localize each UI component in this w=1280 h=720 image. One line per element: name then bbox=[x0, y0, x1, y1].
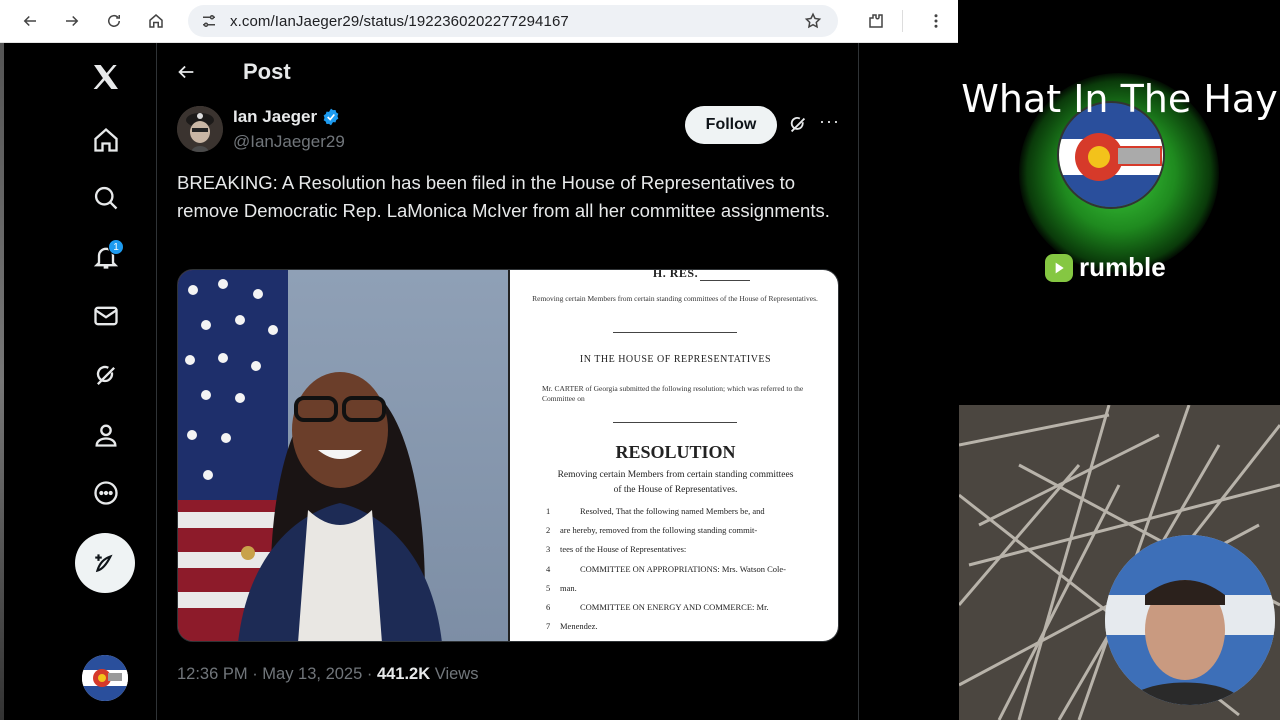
views-label: Views bbox=[430, 665, 479, 683]
doc-line-number: 6 bbox=[546, 602, 551, 612]
doc-line-number: 3 bbox=[546, 544, 551, 554]
post-metadata: 12:36 PM · May 13, 2025 · 441.2K Views bbox=[177, 665, 478, 684]
doc-house-heading: IN THE HOUSE OF REPRESENTATIVES bbox=[579, 354, 772, 365]
doc-submitted: Mr. CARTER of Georgia submitted the foll… bbox=[542, 384, 804, 403]
channel-title: What In The Hay bbox=[961, 77, 1278, 121]
doc-line-text: tees of the House of Representatives: bbox=[560, 544, 687, 554]
views-count: 441.2K bbox=[376, 665, 431, 683]
page-title: Post bbox=[243, 59, 291, 84]
profile-person-icon[interactable] bbox=[86, 415, 126, 455]
feather-pen-icon bbox=[95, 554, 113, 573]
doc-line-number: 7 bbox=[546, 621, 551, 631]
streamer-webcam-circle bbox=[1105, 535, 1275, 705]
post-text: BREAKING: A Resolution has been filed in… bbox=[177, 172, 830, 221]
toolbar-divider bbox=[902, 10, 903, 32]
doc-line-text: Resolved, That the following named Membe… bbox=[580, 506, 765, 516]
resolution-document[interactable]: H. RES. Removing certain Members from ce… bbox=[508, 269, 838, 641]
forward-arrow-icon[interactable] bbox=[56, 5, 88, 37]
extensions-icon[interactable] bbox=[860, 5, 892, 37]
doc-rule bbox=[613, 332, 737, 333]
compose-post-button[interactable] bbox=[75, 533, 135, 593]
rumble-wordmark: rumble bbox=[1079, 252, 1166, 282]
doc-line-text: COMMITTEE ON APPROPRIATIONS: Mrs. Watson… bbox=[580, 564, 787, 574]
doc-rule bbox=[700, 280, 750, 281]
stream-overlay: What In The Hay rumble bbox=[959, 0, 1280, 720]
doc-subtitle-1: Removing certain Members from certain st… bbox=[557, 470, 794, 480]
doc-line-text: man. bbox=[560, 583, 577, 593]
doc-line-text: Menendez. bbox=[560, 621, 598, 631]
post-timestamp[interactable]: 12:36 PM · May 13, 2025 · bbox=[177, 665, 377, 683]
back-arrow-icon[interactable] bbox=[14, 5, 46, 37]
doc-line-text: are hereby, removed from the following s… bbox=[560, 525, 758, 535]
doc-line-number: 1 bbox=[546, 506, 551, 516]
url-text[interactable]: x.com/IanJaeger29/status/192236020227729… bbox=[230, 13, 569, 30]
person-figure-image bbox=[238, 372, 442, 641]
follow-button[interactable]: Follow bbox=[685, 106, 777, 144]
notification-badge: 1 bbox=[108, 239, 124, 255]
rumble-play-icon bbox=[1045, 253, 1073, 282]
account-avatar[interactable] bbox=[82, 655, 128, 701]
doc-title: RESOLUTION bbox=[615, 442, 736, 462]
messages-envelope-icon[interactable] bbox=[86, 296, 126, 336]
grok-icon[interactable] bbox=[86, 356, 126, 396]
channel-brand-panel: What In The Hay rumble bbox=[959, 43, 1280, 405]
author-display-name[interactable]: Ian Jaeger bbox=[233, 107, 317, 127]
site-settings-icon[interactable] bbox=[200, 12, 218, 30]
author-handle[interactable]: @IanJaeger29 bbox=[233, 132, 345, 152]
more-options-icon[interactable]: ··· bbox=[819, 111, 840, 132]
more-circle-icon[interactable] bbox=[86, 473, 126, 513]
doc-line-number: 5 bbox=[546, 583, 551, 593]
portrait-photo[interactable] bbox=[178, 270, 508, 641]
search-icon[interactable] bbox=[86, 178, 126, 218]
author-avatar[interactable] bbox=[177, 106, 223, 152]
reload-icon[interactable] bbox=[98, 5, 130, 37]
author-name[interactable]: Ian Jaeger bbox=[233, 107, 341, 127]
doc-subtitle-2: of the House of Representatives. bbox=[613, 485, 738, 495]
doc-description: Removing certain Members from certain st… bbox=[532, 294, 818, 303]
doc-rule bbox=[613, 422, 737, 423]
home-nav-icon[interactable] bbox=[86, 120, 126, 160]
browser-menu-icon[interactable] bbox=[920, 5, 952, 37]
home-icon[interactable] bbox=[140, 5, 172, 37]
x-logo-icon[interactable] bbox=[86, 57, 126, 97]
post-media[interactable]: H. RES. Removing certain Members from ce… bbox=[177, 269, 839, 642]
x-sidebar: 1 bbox=[4, 43, 157, 720]
verified-badge-icon bbox=[323, 108, 339, 126]
webcam-feed bbox=[959, 405, 1280, 720]
doc-line-number: 2 bbox=[546, 525, 551, 535]
post-column: Post Ian Jaeger @IanJaeger29 Follow ··· bbox=[157, 43, 859, 720]
address-bar[interactable]: x.com/IanJaeger29/status/192236020227729… bbox=[188, 5, 838, 37]
rumble-logo: rumble bbox=[1045, 252, 1166, 283]
doc-line-number: 4 bbox=[546, 564, 551, 574]
bookmark-star-icon[interactable] bbox=[804, 12, 822, 30]
notifications-bell-icon[interactable]: 1 bbox=[86, 237, 126, 277]
browser-toolbar: x.com/IanJaeger29/status/192236020227729… bbox=[0, 0, 958, 43]
back-arrow-icon[interactable] bbox=[175, 61, 199, 85]
doc-header: H. RES. bbox=[652, 269, 699, 280]
doc-line-text: COMMITTEE ON ENERGY AND COMMERCE: Mr. bbox=[580, 602, 769, 612]
grok-explain-icon[interactable] bbox=[787, 114, 809, 136]
